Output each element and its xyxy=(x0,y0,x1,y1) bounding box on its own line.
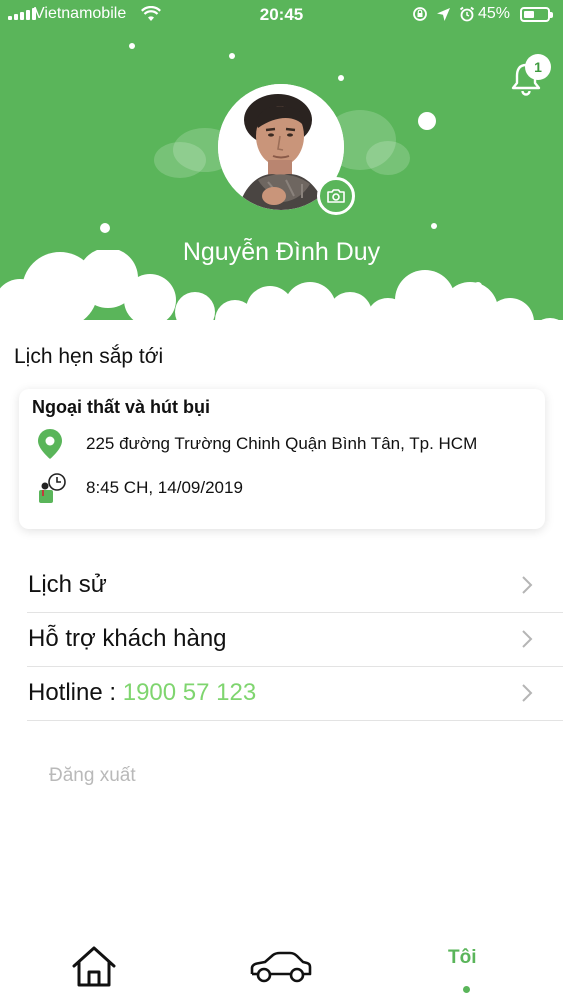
home-icon[interactable] xyxy=(70,944,118,988)
appointment-address: 225 đường Trường Chinh Quận Bình Tân, Tp… xyxy=(86,434,478,453)
menu-item-support[interactable]: Hỗ trợ khách hàng xyxy=(27,613,563,667)
profile-header: Vietnamobile 20:45 45% 1 Nguyễn Đình Duy xyxy=(0,0,563,360)
chevron-right-icon xyxy=(522,630,533,648)
clock-person-icon xyxy=(39,473,66,503)
appointment-address-row: 225 đường Trường Chinh Quận Bình Tân, Tp… xyxy=(37,427,477,461)
rotation-lock-icon xyxy=(413,7,427,21)
logout-button[interactable]: Đăng xuất xyxy=(49,765,136,787)
location-pin-icon xyxy=(38,429,62,459)
menu-item-support-label: Hỗ trợ khách hàng xyxy=(28,625,227,652)
status-bar: Vietnamobile 20:45 45% xyxy=(0,0,563,30)
tab-me[interactable]: Tôi xyxy=(448,947,477,969)
appointment-time-row: 8:45 CH, 14/09/2019 xyxy=(37,471,243,505)
location-arrow-icon xyxy=(437,7,450,21)
hotline-number[interactable]: 1900 57 123 xyxy=(123,679,256,706)
camera-icon xyxy=(327,189,345,203)
appointment-service: Ngoại thất và hút bụi xyxy=(32,397,210,417)
battery-percent: 45% xyxy=(478,5,511,22)
appointment-card[interactable]: Ngoại thất và hút bụi 225 đường Trường C… xyxy=(19,389,545,529)
upcoming-appointments-title: Lịch hẹn sắp tới xyxy=(14,345,164,368)
appointment-datetime: 8:45 CH, 14/09/2019 xyxy=(86,478,243,497)
change-avatar-button[interactable] xyxy=(317,177,355,215)
menu-item-hotline-label: Hotline : 1900 57 123 xyxy=(28,679,256,707)
status-right-icons xyxy=(412,6,475,22)
chevron-right-icon xyxy=(522,576,533,594)
notification-badge: 1 xyxy=(525,54,551,80)
car-icon[interactable] xyxy=(249,950,313,984)
menu-item-hotline[interactable]: Hotline : 1900 57 123 xyxy=(27,667,563,721)
cloud-divider xyxy=(0,250,563,360)
tab-bar: Tôi xyxy=(0,930,563,1000)
chevron-right-icon xyxy=(522,684,533,702)
battery-icon xyxy=(520,7,553,22)
menu-item-history-label: Lịch sử xyxy=(28,571,107,598)
alarm-icon xyxy=(459,6,475,22)
active-tab-indicator xyxy=(463,986,470,993)
menu-item-history[interactable]: Lịch sử xyxy=(27,559,563,613)
hotline-label: Hotline : xyxy=(28,679,123,706)
